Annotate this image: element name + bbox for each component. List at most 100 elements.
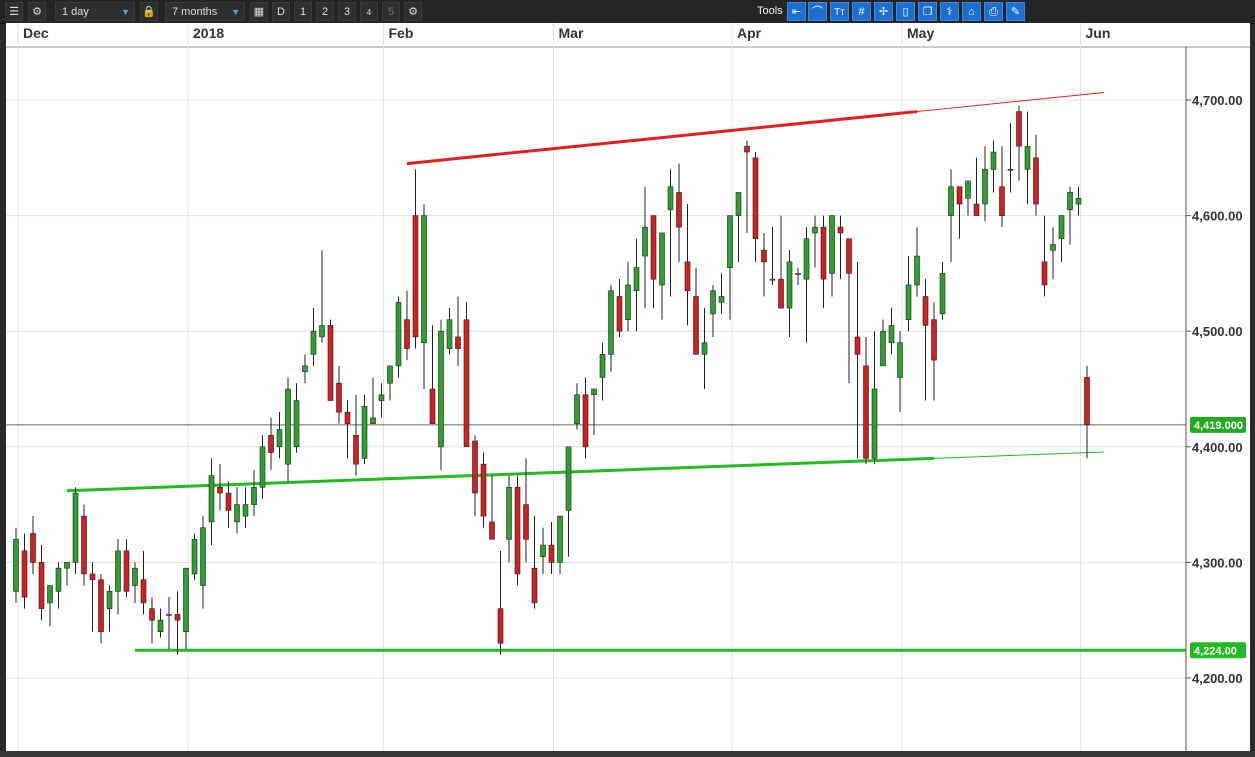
candle-body bbox=[769, 278, 776, 281]
candle-body bbox=[829, 215, 835, 274]
curve-icon[interactable]: ⌒ bbox=[808, 2, 827, 21]
candle-body bbox=[276, 429, 283, 448]
candle-body bbox=[21, 550, 28, 598]
candle-body bbox=[361, 406, 368, 459]
text-tool-icon[interactable]: Tт bbox=[830, 2, 849, 21]
candle-body bbox=[438, 330, 444, 448]
candle-body bbox=[905, 284, 912, 320]
candle-body bbox=[565, 446, 572, 511]
candle-body bbox=[64, 562, 70, 569]
candle-body bbox=[837, 226, 844, 234]
range-value: 7 months bbox=[172, 6, 218, 18]
candle-body bbox=[387, 365, 393, 384]
candle-body bbox=[582, 394, 589, 448]
candle-body bbox=[999, 186, 1005, 216]
layout-1-button[interactable]: 1 bbox=[294, 2, 312, 21]
candle-body bbox=[1050, 244, 1056, 251]
candle-body bbox=[599, 354, 606, 378]
candle-body bbox=[939, 273, 946, 315]
print-icon[interactable]: ⎙ bbox=[984, 2, 1003, 21]
arrow-left-icon[interactable]: ⇤ bbox=[787, 2, 806, 21]
draw-tools-icon[interactable]: ✎ bbox=[1006, 2, 1025, 21]
candle-body bbox=[319, 325, 325, 338]
layout-5-button[interactable]: 5 bbox=[382, 2, 400, 21]
candle-body bbox=[812, 226, 818, 234]
gear-icon[interactable]: ⚙ bbox=[404, 2, 422, 21]
candle-body bbox=[1075, 197, 1082, 205]
candle-body bbox=[225, 492, 232, 511]
x-tick-label: Feb bbox=[389, 25, 414, 41]
candle-body bbox=[948, 186, 954, 216]
chart-toolbar: ☰ ⚙ 1 day ▼ 🔒 7 months ▼ ▦ D 1 2 3 4 5 ⚙ T… bbox=[0, 0, 1255, 24]
price-chart[interactable]: Dec 2018 Feb Mar Apr May Jun 4,700.00 4,600.00 4,… bbox=[6, 23, 1250, 751]
candle-body bbox=[115, 550, 121, 592]
candle-body bbox=[880, 330, 886, 367]
candle-body bbox=[523, 504, 529, 540]
candle-body bbox=[752, 157, 759, 240]
label-icon[interactable]: ⌂ bbox=[962, 2, 981, 21]
candle-body bbox=[1007, 169, 1014, 171]
tools-label: Tools bbox=[757, 5, 783, 17]
candle-body bbox=[633, 267, 640, 292]
candle-body bbox=[72, 492, 79, 563]
candle-body bbox=[820, 226, 827, 280]
candle-body bbox=[608, 290, 614, 355]
candle-body bbox=[744, 145, 750, 153]
candle-body bbox=[956, 186, 963, 205]
interval-select[interactable]: 1 day ▼ bbox=[55, 2, 135, 21]
layout-3-button[interactable]: 3 bbox=[338, 2, 356, 21]
candle-body bbox=[429, 388, 436, 424]
candle-body bbox=[463, 319, 470, 448]
candle-body bbox=[990, 151, 997, 170]
candle-body bbox=[718, 296, 725, 303]
candle-body bbox=[1033, 157, 1039, 205]
candle-body bbox=[310, 330, 317, 355]
candle-body bbox=[268, 434, 274, 453]
candle-body bbox=[659, 232, 665, 286]
candle-body bbox=[157, 619, 164, 633]
candle-body bbox=[149, 608, 155, 621]
x-tick-label: Apr bbox=[737, 25, 762, 41]
layout-2-button[interactable]: 2 bbox=[316, 2, 334, 21]
candle-body bbox=[863, 365, 869, 459]
candle-body bbox=[395, 301, 402, 367]
trendline-resistance bbox=[406, 110, 918, 166]
layout-4-button[interactable]: 4 bbox=[360, 2, 378, 21]
support-level-label: 4,224.00 bbox=[1194, 645, 1237, 657]
bottom-scrollbar[interactable] bbox=[0, 751, 1255, 757]
candle-body bbox=[931, 319, 937, 361]
candle-body bbox=[684, 261, 691, 292]
range-select[interactable]: 7 months ▼ bbox=[165, 2, 245, 21]
candle-body bbox=[47, 585, 53, 604]
candle-icon[interactable]: ▯ bbox=[896, 2, 915, 21]
windows-icon[interactable]: ❐ bbox=[918, 2, 937, 21]
x-tick-label: Dec bbox=[23, 25, 49, 41]
candle-body bbox=[786, 261, 793, 309]
candle-body bbox=[412, 215, 419, 338]
candle-body bbox=[727, 215, 733, 268]
candle-body bbox=[693, 296, 699, 355]
candle-body bbox=[650, 215, 657, 280]
layout-d-button[interactable]: D bbox=[272, 2, 290, 21]
candle-body bbox=[446, 319, 453, 349]
calendar-icon[interactable]: ▦ bbox=[250, 2, 268, 21]
settings-icon[interactable]: ⚙ bbox=[28, 2, 46, 21]
menu-icon[interactable]: ☰ bbox=[5, 2, 23, 21]
candle-body bbox=[1058, 215, 1065, 240]
crosshair-icon[interactable]: ✢ bbox=[874, 2, 893, 21]
candle-body bbox=[421, 215, 427, 344]
candle-body bbox=[616, 296, 623, 332]
candle-body bbox=[973, 203, 980, 216]
candle-body bbox=[642, 226, 648, 257]
candle-body bbox=[166, 614, 172, 616]
lock-icon[interactable]: 🔒 bbox=[140, 2, 158, 21]
candle-body bbox=[795, 273, 801, 275]
y-tick-label: 4,600.00 bbox=[1192, 209, 1243, 224]
candle-body bbox=[81, 515, 87, 575]
fibonacci-icon[interactable]: ⚕ bbox=[940, 2, 959, 21]
candle-body bbox=[285, 388, 291, 465]
candle-body bbox=[30, 533, 36, 563]
candle-body bbox=[922, 296, 929, 326]
grid-icon[interactable]: # bbox=[852, 2, 871, 21]
candle-body bbox=[293, 400, 300, 448]
